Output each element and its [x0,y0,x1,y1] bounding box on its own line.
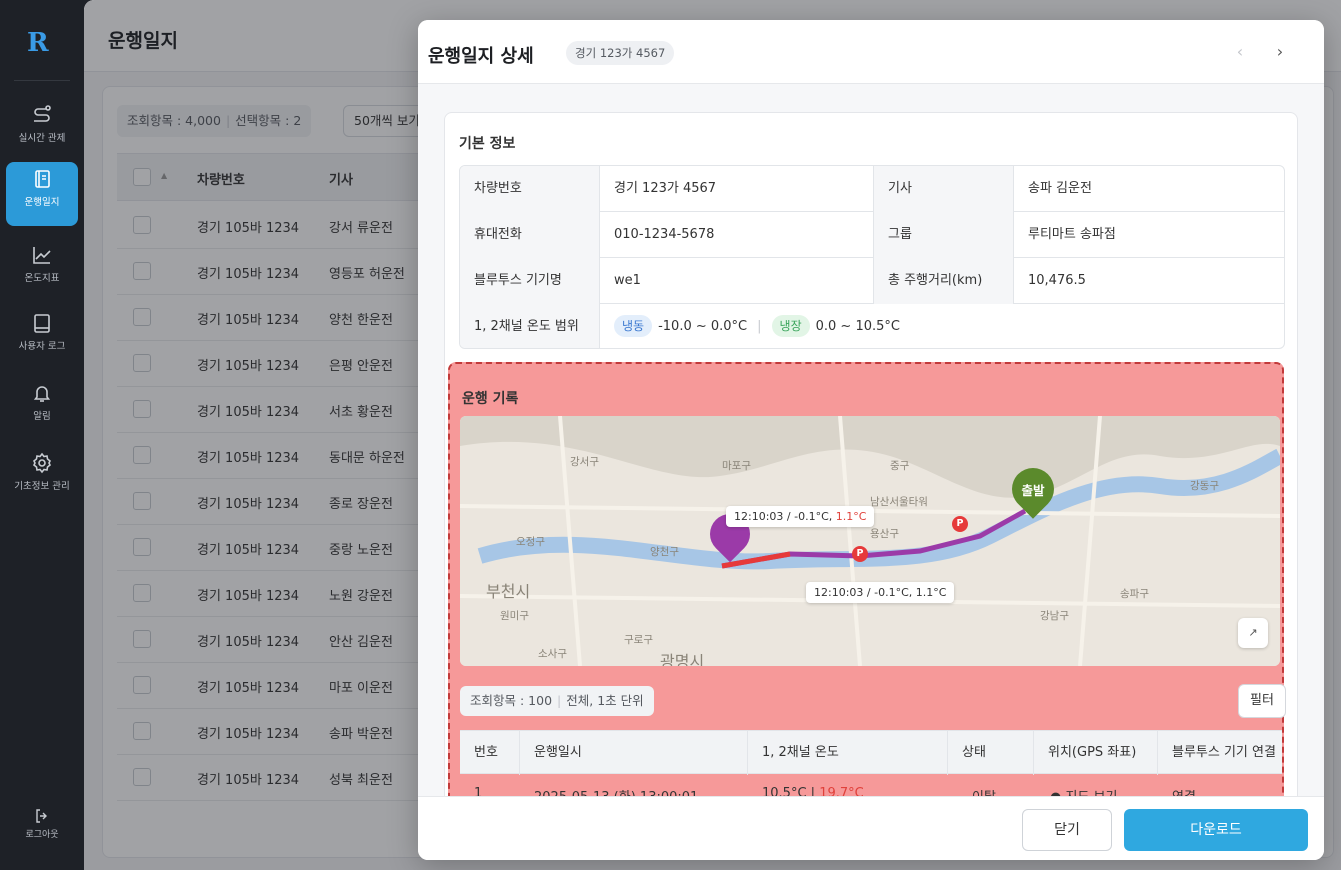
sidebar-item-alerts[interactable]: 알림 [6,376,78,440]
column-status: 상태 [948,731,1034,775]
sidebar-item-label: 실시간 관제 [18,133,66,144]
group-value: 루티마트 송파점 [1028,227,1116,242]
tablet-icon [34,314,50,333]
freeze-range: -10.0 ~ 0.0°C [658,319,748,334]
basic-info-table: 차량번호 경기 123가 4567 기사 송파 김운전 휴대전화 010-123… [459,165,1285,349]
map-place-label: 송파구 [1120,588,1149,600]
map-place-label: 강서구 [570,456,599,468]
map-place-label: 남산서울타워 [870,496,928,508]
plate-value: 경기 123가 4567 [600,166,874,212]
bt-label: 블루투스 기기명 [460,258,600,304]
column-bluetooth: 블루투스 기기 연결 [1172,745,1276,760]
map-place-label: 부천시 [486,582,531,601]
map-place-label: 마포구 [722,460,751,472]
map-place-label: 오정구 [516,536,545,548]
logout-label: 로그아웃 [25,830,59,840]
map-place-label: 용산구 [870,528,899,540]
tooltip-text: 12:10:03 / -0.1°C, [734,510,836,523]
logbook-icon [35,170,50,188]
filter-button[interactable]: 필터 [1238,684,1286,718]
sidebar-item-logbook[interactable]: 운행일지 [6,162,78,226]
plate-badge: 경기 123가 4567 [566,41,675,65]
logout-icon [36,809,47,823]
point-tooltip: 12:10:03 / -0.1°C, 1.1°C [726,506,875,527]
bt-value: we1 [600,258,874,304]
chart-icon [33,247,51,264]
info-row: 차량번호 경기 123가 4567 기사 송파 김운전 [460,166,1284,212]
start-marker-label: 출발 [1021,483,1045,498]
map-place-label: 소사구 [538,648,567,660]
modal-title: 운행일지 상세 [428,46,534,67]
fridge-range: 0.0 ~ 10.5°C [815,319,900,334]
map-place-label: 구로구 [624,634,653,646]
info-row: 블루투스 기기명 we1 총 주행거리(km) 10,476.5 [460,258,1284,304]
map-place-label: 강동구 [1190,480,1219,492]
map-place-label: 원미구 [500,610,529,622]
bell-icon [33,386,51,402]
sidebar-item-label: 사용자 로그 [18,341,66,352]
distance-value: 10,476.5 [1028,273,1086,288]
expand-icon: ↗ [1248,626,1258,639]
sidebar-item-realtime[interactable]: 실시간 관제 [6,98,78,162]
app-logo: R [27,28,49,58]
sidebar-item-label: 운행일지 [24,197,60,208]
map-place-label: 중구 [890,460,910,472]
modal-header: 운행일지 상세 경기 123가 4567 ‹ › [418,20,1324,84]
record-count: 조회항목 : 100 [470,693,553,708]
next-record-button[interactable]: › [1268,40,1292,64]
map-place-label: 양천구 [650,546,679,558]
map-place-label: 강남구 [1040,610,1069,622]
close-button[interactable]: 닫기 [1022,809,1112,851]
map-expand-button[interactable]: ↗ [1238,618,1268,648]
parking-marker[interactable]: P [852,546,868,562]
chevron-right-icon: › [1276,42,1284,61]
sidebar-item-settings[interactable]: 기초정보 관리 [6,446,78,510]
group-label: 그룹 [874,212,1014,258]
temp-range-value: 냉동 -10.0 ~ 0.0°C | 냉장 0.0 ~ 10.5°C [600,304,1284,348]
column-temperature: 1, 2채널 온도 [748,731,948,775]
map-place-label: 광명시 [660,652,705,666]
point-tooltip: 12:10:03 / -0.1°C, 1.1°C [806,582,955,603]
distance-label: 총 주행거리(km) [874,258,1014,304]
driver-value: 송파 김운전 [1028,181,1092,196]
record-scope: 전체, 1초 단위 [566,693,644,708]
route-icon [34,105,51,122]
parking-marker[interactable]: P [952,516,968,532]
temp-range-label: 1, 2채널 온도 범위 [460,304,600,348]
column-number: 번호 [460,731,520,775]
tooltip-hot-temp: 1.1°C [835,510,867,523]
info-row: 휴대전화 010-1234-5678 그룹 루티마트 송파점 [460,212,1284,258]
chevron-left-icon: ‹ [1236,42,1244,61]
prev-record-button[interactable]: ‹ [1228,40,1252,64]
logout-button[interactable]: 로그아웃 [6,808,78,840]
column-datetime: 운행일시 [520,731,748,775]
phone-label: 휴대전화 [460,212,600,258]
column-location: 위치(GPS 좌표) [1034,731,1158,775]
record-table-header: 번호 운행일시 1, 2채널 온도 상태 위치(GPS 좌표) 블루투스 기기 … [460,730,1282,775]
modal-footer: 닫기 다운로드 [418,796,1324,860]
driving-record-section: 운행 기록 출발 P P 12:10:03 / -0.1°C, 1.1°C 12… [448,362,1286,805]
record-count-chip: 조회항목 : 100 | 전체, 1초 단위 [460,686,654,716]
phone-value: 010-1234-5678 [600,212,874,258]
info-row: 1, 2채널 온도 범위 냉동 -10.0 ~ 0.0°C | 냉장 0.0 ~ 10.… [460,304,1284,348]
sidebar-item-label: 알림 [33,411,51,422]
sidebar-divider [14,80,70,81]
gear-icon [32,452,52,474]
temp-separator: | [757,319,762,334]
logbook-detail-modal: 운행일지 상세 경기 123가 4567 ‹ › 기본 정보 차량번호 경기 1… [418,20,1324,860]
download-button[interactable]: 다운로드 [1124,809,1308,851]
driving-record-title: 운행 기록 [462,391,519,407]
sidebar-item-temperature[interactable]: 온도지표 [6,238,78,302]
route-map[interactable]: 출발 P P 12:10:03 / -0.1°C, 1.1°C 12:10:03… [460,416,1280,666]
sidebar-item-label: 온도지표 [24,273,60,284]
freeze-tag: 냉동 [614,315,653,337]
sidebar-item-user-log[interactable]: 사용자 로그 [6,306,78,370]
sidebar: R 실시간 관제 운행일지 온도지표 사용자 로그 알림 기초정보 관리 로그아… [0,0,84,870]
sidebar-item-label: 기초정보 관리 [14,481,70,492]
plate-label: 차량번호 [460,166,600,212]
driver-label: 기사 [874,166,1014,212]
fridge-tag: 냉장 [771,315,810,337]
basic-info-title: 기본 정보 [459,136,516,152]
